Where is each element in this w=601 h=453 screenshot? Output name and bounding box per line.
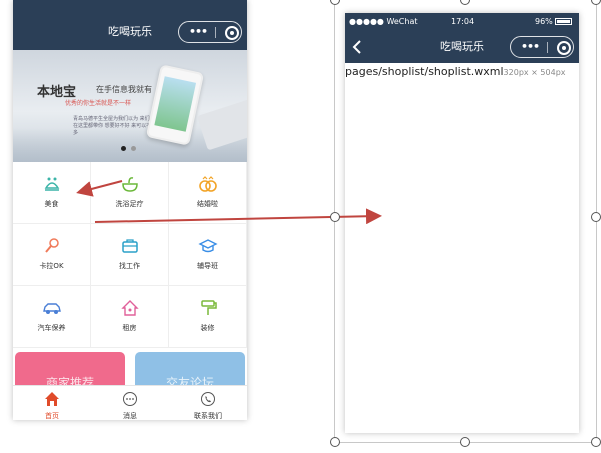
bath-icon: [122, 177, 138, 192]
capsule-menu[interactable]: •••: [510, 36, 574, 58]
grid-label: 装修: [200, 324, 215, 332]
left-phone-preview: 吃喝玩乐 ••• 本地宝 在手信息我就有 优秀的你生活就是不一样 青岛马德平生全…: [13, 0, 247, 420]
banner-note: 青岛马德平生全屋为我们以为 来们在这里都带你 想要好不好 来可以不多: [73, 116, 152, 136]
grid-item-bath[interactable]: 洗浴足疗: [91, 162, 169, 224]
resize-handle[interactable]: [460, 0, 470, 5]
resize-handle[interactable]: [591, 0, 601, 5]
close-circle-icon[interactable]: [557, 41, 571, 55]
tab-bar: 首页 消息 联系我们: [13, 385, 247, 420]
grid-label: 汽车保养: [37, 324, 66, 332]
tab-contact[interactable]: 联系我们: [169, 386, 247, 420]
house-icon: [121, 300, 139, 316]
grid-item-jobs[interactable]: 找工作: [91, 224, 169, 286]
right-phone-preview: ●●●●● WeChat 17:04 96% 吃喝玩乐 ••• pages/sh…: [345, 13, 579, 433]
capsule-menu[interactable]: •••: [178, 21, 242, 43]
battery-icon: [555, 18, 572, 25]
grid-item-wedding[interactable]: 结婚啦: [169, 162, 247, 224]
navigation-bar: 吃喝玩乐 •••: [13, 14, 247, 50]
resize-handle[interactable]: [330, 0, 340, 5]
grid-label: 租房: [122, 324, 137, 332]
home-icon: [45, 392, 59, 406]
resize-handle[interactable]: [460, 437, 470, 447]
grid-item-food[interactable]: 美食: [13, 162, 91, 224]
swiper-dot-active[interactable]: [121, 146, 126, 151]
clock-label: 17:04: [451, 17, 475, 26]
resize-handle[interactable]: [591, 212, 601, 222]
feature-cards: 商家推荐 交友论坛: [13, 348, 247, 392]
grid-label: 洗浴足疗: [115, 200, 144, 208]
banner-swiper[interactable]: 本地宝 在手信息我就有 优秀的你生活就是不一样 青岛马德平生全屋为我们以为 来们…: [13, 50, 247, 162]
page-path-label: pages/shoplist/shoplist.wxml320px × 504p…: [345, 65, 566, 78]
grid-label: 结婚啦: [197, 200, 218, 208]
banner-title-small: 在手信息我就有: [96, 85, 152, 94]
tab-label: 首页: [45, 412, 59, 420]
tab-messages[interactable]: 消息: [91, 386, 169, 420]
battery-percent: 96%: [535, 17, 553, 26]
status-bar: ●●●●● WeChat 17:04 96%: [345, 13, 579, 31]
page-path: pages/shoplist/shoplist.wxml: [345, 65, 504, 78]
paint-roller-icon: [201, 300, 217, 315]
grid-item-rent[interactable]: 租房: [91, 286, 169, 348]
graduation-cap-icon: [198, 239, 218, 253]
grid-label: 找工作: [119, 262, 140, 270]
tab-home[interactable]: 首页: [13, 386, 91, 420]
phone-icon: [201, 392, 215, 406]
resize-handle[interactable]: [591, 437, 601, 447]
car-icon: [43, 303, 61, 314]
grid-label: 美食: [44, 200, 59, 208]
microphone-icon: [45, 238, 59, 253]
tab-label: 消息: [123, 412, 137, 420]
briefcase-icon: [122, 239, 138, 253]
status-bar: [13, 0, 247, 14]
grid-item-karaoke[interactable]: 卡拉OK: [13, 224, 91, 286]
grid-item-car[interactable]: 汽车保养: [13, 286, 91, 348]
more-icon[interactable]: •••: [187, 22, 209, 42]
banner-subtitle: 优秀的你生活就是不一样: [65, 100, 132, 107]
grid-label: 辅导班: [197, 262, 218, 270]
swiper-dot[interactable]: [131, 146, 136, 151]
tab-label: 联系我们: [194, 412, 222, 420]
resize-handle[interactable]: [330, 212, 340, 222]
resize-handle[interactable]: [330, 437, 340, 447]
wedding-rings-icon: [199, 176, 217, 192]
more-icon[interactable]: •••: [519, 37, 541, 57]
carrier-label: ●●●●● WeChat: [349, 17, 418, 26]
grid-label: 卡拉OK: [39, 262, 64, 270]
navigation-bar: 吃喝玩乐 •••: [345, 31, 579, 63]
page-size: 320px × 504px: [503, 68, 566, 77]
food-icon: [44, 177, 60, 191]
grid-item-decorate[interactable]: 装修: [169, 286, 247, 348]
chat-icon: [123, 392, 137, 406]
close-circle-icon[interactable]: [225, 26, 239, 40]
grid-item-tutoring[interactable]: 辅导班: [169, 224, 247, 286]
